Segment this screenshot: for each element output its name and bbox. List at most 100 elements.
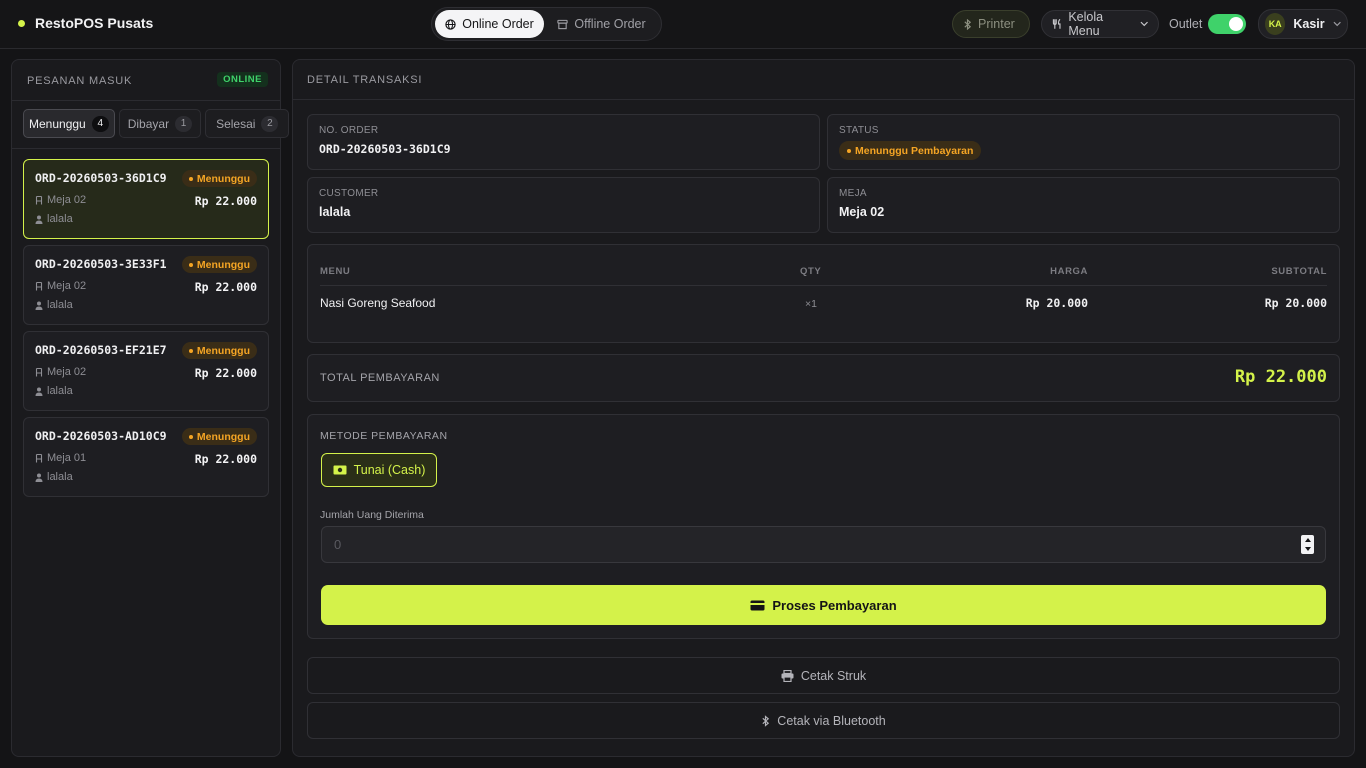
online-status-badge: ONLINE <box>217 72 268 87</box>
order-number-label: NO. ORDER <box>319 125 379 136</box>
item-subtotal: Rp 20.000 <box>1264 296 1327 310</box>
status-box: STATUS Menunggu Pembayaran <box>827 114 1340 170</box>
order-price: Rp 22.000 <box>194 366 257 380</box>
item-price: Rp 20.000 <box>1025 296 1088 310</box>
order-customer-text: lalala <box>47 471 73 483</box>
outlet-label: Outlet <box>1169 17 1203 31</box>
customer-label: CUSTOMER <box>319 188 379 199</box>
order-card[interactable]: ORD-20260503-36D1C9 Menunggu Meja 02 Rp … <box>23 159 269 239</box>
order-price: Rp 22.000 <box>194 452 257 466</box>
order-table: Meja 01 <box>35 452 86 464</box>
status-text: Menunggu <box>196 258 250 271</box>
order-table: Meja 02 <box>35 194 86 206</box>
bluetooth-print-button[interactable]: Cetak via Bluetooth <box>307 702 1340 739</box>
tab-waiting[interactable]: Menunggu 4 <box>23 109 115 138</box>
payment-method-label: METODE PEMBAYARAN <box>320 430 448 442</box>
column-header-subtotal: SUBTOTAL <box>1271 266 1327 277</box>
tab-done[interactable]: Selesai 2 <box>205 109 290 138</box>
user-icon <box>35 215 43 224</box>
bluetooth-print-label: Cetak via Bluetooth <box>777 713 886 728</box>
divider <box>12 148 280 149</box>
amount-received-label: Jumlah Uang Diterima <box>320 509 424 521</box>
user-menu-button[interactable]: KA Kasir <box>1258 9 1348 39</box>
total-payment-box: TOTAL PEMBAYARAN Rp 22.000 <box>307 354 1340 402</box>
order-customer: lalala <box>35 471 73 483</box>
order-customer-text: lalala <box>47 299 73 311</box>
printer-label: Printer <box>978 17 1015 31</box>
divider <box>12 100 280 101</box>
tab-count: 1 <box>175 115 193 132</box>
payment-status-text: Menunggu Pembayaran <box>855 144 974 157</box>
item-menu: Nasi Goreng Seafood <box>320 296 436 310</box>
print-receipt-label: Cetak Struk <box>800 668 867 683</box>
process-payment-label: Proses Pembayaran <box>772 597 897 613</box>
status-badge: Menunggu <box>181 170 257 187</box>
orders-panel-title: PESANAN MASUK <box>27 75 133 87</box>
order-number-box: NO. ORDER ORD-20260503-36D1C9 <box>307 114 820 170</box>
order-table: Meja 02 <box>35 366 86 378</box>
offline-order-label: Offline Order <box>574 17 646 31</box>
manage-menu-label: Kelola Menu <box>1068 10 1104 38</box>
order-card[interactable]: ORD-20260503-3E33F1 Menunggu Meja 02 Rp … <box>23 245 269 325</box>
status-dot-icon <box>188 262 193 267</box>
outlet-toggle[interactable] <box>1208 14 1246 34</box>
amount-stepper[interactable] <box>1301 535 1314 554</box>
total-value: Rp 22.000 <box>1234 367 1327 387</box>
user-icon <box>35 301 43 310</box>
column-header-qty: QTY <box>800 266 822 277</box>
divider <box>293 99 1354 100</box>
table-box: MEJA Meja 02 <box>827 177 1340 233</box>
tab-count: 2 <box>261 115 279 132</box>
tab-paid[interactable]: Dibayar 1 <box>118 109 202 138</box>
incoming-orders-panel: PESANAN MASUK ONLINE Menunggu 4 Dibayar … <box>11 59 290 757</box>
top-bar: RestoPOS Pusats Online Order Offline Ord… <box>0 0 1366 49</box>
cash-payment-label: Tunai (Cash) <box>353 463 426 477</box>
status-badge: Menunggu <box>181 428 257 445</box>
item-qty: ×1 <box>805 298 817 310</box>
column-header-menu: MENU <box>320 266 351 277</box>
utensils-icon <box>1052 18 1061 29</box>
app-title: RestoPOS Pusats <box>35 15 154 31</box>
tab-count: 4 <box>91 115 109 132</box>
status-dot-icon <box>847 148 851 153</box>
customer-value: lalala <box>319 205 351 219</box>
divider <box>320 285 1327 286</box>
status-text: Menunggu <box>196 344 250 357</box>
print-receipt-button[interactable]: Cetak Struk <box>307 657 1340 694</box>
payment-status-badge: Menunggu Pembayaran <box>839 141 982 160</box>
order-price: Rp 22.000 <box>194 194 257 208</box>
status-dot-icon <box>188 348 193 353</box>
chevron-down-icon <box>1140 21 1148 27</box>
status-badge: Menunggu <box>181 256 257 273</box>
chair-icon <box>35 195 43 204</box>
brand-dot-icon <box>18 19 25 27</box>
order-items-table: MENU QTY HARGA SUBTOTAL Nasi Goreng Seaf… <box>307 244 1340 343</box>
chair-icon <box>35 453 43 462</box>
status-label: STATUS <box>839 125 879 136</box>
order-card[interactable]: ORD-20260503-EF21E7 Menunggu Meja 02 Rp … <box>23 331 269 411</box>
avatar: KA <box>1265 13 1286 35</box>
status-text: Menunggu <box>196 172 250 185</box>
online-order-button[interactable]: Online Order <box>435 10 545 38</box>
order-table-text: Meja 01 <box>47 452 87 464</box>
tab-label: Menunggu <box>29 116 86 131</box>
order-card[interactable]: ORD-20260503-AD10C9 Menunggu Meja 01 Rp … <box>23 417 269 497</box>
printer-button[interactable]: Printer <box>952 10 1030 38</box>
offline-order-button[interactable]: Offline Order <box>544 10 659 38</box>
cash-payment-button[interactable]: Tunai (Cash) <box>321 453 437 487</box>
process-payment-button[interactable]: Proses Pembayaran <box>321 585 1326 625</box>
order-mode-switch: Online Order Offline Order <box>431 7 662 41</box>
amount-received-input[interactable] <box>321 526 1326 563</box>
order-status-tabs: Menunggu 4 Dibayar 1 Selesai 2 <box>23 109 290 138</box>
user-name: Kasir <box>1293 17 1325 31</box>
tab-label: Dibayar <box>127 116 170 131</box>
printer-icon <box>781 669 794 682</box>
manage-menu-button[interactable]: Kelola Menu <box>1041 10 1159 38</box>
chair-icon <box>35 367 43 376</box>
chevron-down-icon <box>1333 21 1341 27</box>
detail-title: DETAIL TRANSAKSI <box>307 74 423 86</box>
store-icon <box>557 19 568 29</box>
order-customer: lalala <box>35 299 73 311</box>
status-dot-icon <box>188 176 193 181</box>
credit-card-icon <box>750 600 765 610</box>
